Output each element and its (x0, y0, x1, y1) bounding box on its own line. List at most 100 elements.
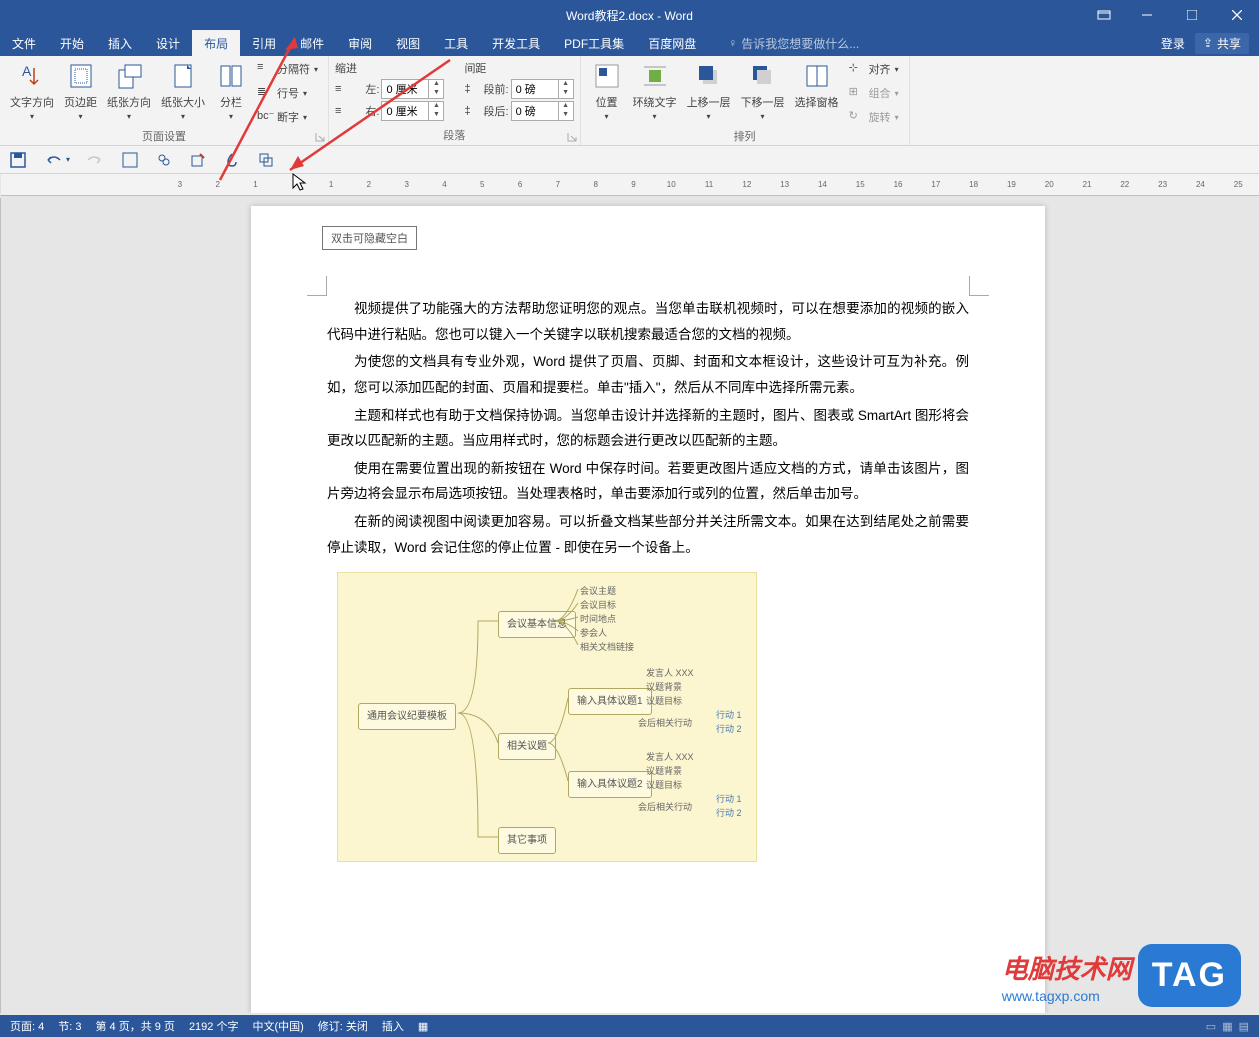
send-backward-button[interactable]: 下移一层▾ (737, 58, 789, 123)
group-paragraph: 缩进 ≡ 左: ▲▼ ≡ 右: ▲▼ 间距 ‡ 段前: ▲▼ (329, 56, 581, 145)
status-track-changes[interactable]: 修订: 关闭 (318, 1018, 368, 1034)
paragraph[interactable]: 使用在需要位置出现的新按钮在 Word 中保存时间。若要更改图片适应文档的方式，… (327, 456, 969, 507)
qat-btn-1[interactable] (122, 152, 138, 168)
tab-tools[interactable]: 工具 (432, 30, 480, 56)
status-page-count[interactable]: 第 4 页，共 9 页 (95, 1018, 174, 1034)
position-button[interactable]: 位置▾ (587, 58, 627, 123)
ribbon-display-options[interactable] (1089, 0, 1119, 30)
wrap-text-button[interactable]: 环绕文字▾ (629, 58, 681, 123)
tab-file[interactable]: 文件 (0, 30, 48, 56)
vertical-ruler[interactable]: 211234567891011121314151617181920212223 (0, 198, 1, 1013)
paragraph-launcher[interactable] (566, 131, 578, 143)
tab-mailings[interactable]: 邮件 (288, 30, 336, 56)
minimize-button[interactable] (1124, 0, 1169, 30)
spacing-after-field[interactable]: ‡ 段后: ▲▼ (464, 100, 573, 122)
view-web-layout[interactable]: ▤ (1239, 1020, 1249, 1033)
columns-button[interactable]: 分栏▾ (211, 58, 251, 123)
status-language[interactable]: 中文(中国) (252, 1018, 303, 1034)
tab-layout[interactable]: 布局 (192, 30, 240, 56)
line-numbers-icon: ≣ (257, 85, 273, 101)
tab-design[interactable]: 设计 (144, 30, 192, 56)
tab-references[interactable]: 引用 (240, 30, 288, 56)
group-arrange: 位置▾ 环绕文字▾ 上移一层▾ 下移一层▾ 选择窗格 ⊹对齐▾ ⊞组合▾ ↻旋转… (581, 56, 910, 145)
align-icon: ⊹ (849, 61, 865, 77)
indent-left-icon: ≡ (335, 83, 341, 95)
tab-view[interactable]: 视图 (384, 30, 432, 56)
qat-btn-5[interactable] (258, 152, 274, 168)
qat-btn-3[interactable] (190, 152, 206, 168)
indent-right-field[interactable]: ≡ 右: ▲▼ (335, 100, 444, 122)
bring-forward-button[interactable]: 上移一层▾ (683, 58, 735, 123)
document-page[interactable]: 视频提供了功能强大的方法帮助您证明您的观点。当您单击联机视频时，可以在想要添加的… (251, 206, 1045, 1013)
svg-text:A: A (22, 63, 32, 79)
breaks-button[interactable]: ≡分隔符▾ (253, 58, 322, 80)
tab-review[interactable]: 审阅 (336, 30, 384, 56)
margins-icon (65, 60, 97, 92)
lightbulb-icon: ♀ (728, 36, 737, 50)
hyphenation-icon: bc⁻ (257, 109, 273, 125)
indent-left-field[interactable]: ≡ 左: ▲▼ (335, 78, 444, 100)
status-word-count[interactable]: 2192 个字 (189, 1018, 239, 1034)
title-bar: Word教程2.docx - Word (0, 0, 1259, 30)
crop-mark (969, 276, 989, 296)
tab-home[interactable]: 开始 (48, 30, 96, 56)
columns-icon (215, 60, 247, 92)
tab-baidu[interactable]: 百度网盘 (636, 30, 708, 56)
selection-pane-button[interactable]: 选择窗格 (791, 58, 843, 112)
tab-pdf[interactable]: PDF工具集 (552, 30, 636, 56)
close-button[interactable] (1214, 0, 1259, 30)
status-page[interactable]: 页面: 4 (10, 1018, 44, 1034)
orientation-button[interactable]: 纸张方向▾ (103, 58, 155, 123)
ribbon-tabs: 文件 开始 插入 设计 布局 引用 邮件 审阅 视图 工具 开发工具 PDF工具… (0, 30, 1259, 56)
margins-button[interactable]: 页边距▾ (60, 58, 101, 123)
document-workspace: L 21123456789101112131415161718192021222… (0, 174, 1259, 1013)
selection-pane-icon (801, 60, 833, 92)
spacing-after-icon: ‡ (464, 105, 470, 117)
paragraph[interactable]: 视频提供了功能强大的方法帮助您证明您的观点。当您单击联机视频时，可以在想要添加的… (327, 296, 969, 347)
send-backward-icon (747, 60, 779, 92)
spacing-before-field[interactable]: ‡ 段前: ▲▼ (464, 78, 573, 100)
login-link[interactable]: 登录 (1161, 35, 1185, 52)
page-setup-launcher[interactable] (314, 131, 326, 143)
qat-btn-4[interactable] (224, 152, 240, 168)
align-button[interactable]: ⊹对齐▾ (845, 58, 903, 80)
mindmap-image[interactable]: 通用会议纪要模板 会议基本信息 会议主题 会议目标 时间地点 参会人 相关文档链… (337, 572, 757, 862)
wrap-text-icon (639, 60, 671, 92)
tell-me-search[interactable]: ♀ 告诉我您想要做什么... (728, 30, 859, 56)
status-macro-icon[interactable]: ▦ (418, 1020, 428, 1033)
paragraph[interactable]: 在新的阅读视图中阅读更加容易。可以折叠文档某些部分并关注所需文本。如果在达到结尾… (327, 509, 969, 560)
view-read-mode[interactable]: ▭ (1206, 1020, 1216, 1033)
status-insert-mode[interactable]: 插入 (382, 1018, 404, 1034)
status-section[interactable]: 节: 3 (58, 1018, 81, 1034)
bring-forward-icon (693, 60, 725, 92)
line-numbers-button[interactable]: ≣行号▾ (253, 82, 322, 104)
breaks-icon: ≡ (257, 61, 273, 77)
tab-insert[interactable]: 插入 (96, 30, 144, 56)
ribbon: A 文字方向▾ 页边距▾ 纸张方向▾ 纸张大小▾ 分栏▾ ≡分隔符▾ ≣行号 (0, 56, 1259, 146)
redo-button[interactable] (88, 152, 104, 168)
position-icon (591, 60, 623, 92)
orientation-icon (113, 60, 145, 92)
indent-right-icon: ≡ (335, 105, 341, 117)
text-direction-button[interactable]: A 文字方向▾ (6, 58, 58, 123)
rotate-button[interactable]: ↻旋转▾ (845, 106, 903, 128)
share-button[interactable]: ⇪ 共享 (1195, 33, 1249, 54)
undo-button[interactable]: ▾ (44, 152, 70, 168)
window-title: Word教程2.docx - Word (566, 7, 693, 24)
tooltip: 双击可隐藏空白 (322, 226, 417, 250)
group-button[interactable]: ⊞组合▾ (845, 82, 903, 104)
cursor-icon (291, 172, 309, 192)
save-button[interactable] (10, 152, 26, 168)
document-scroll-area[interactable]: 视频提供了功能强大的方法帮助您证明您的观点。当您单击联机视频时，可以在想要添加的… (1, 196, 1259, 1013)
horizontal-ruler[interactable]: 3211234567891011121314151617181920212223… (1, 174, 1259, 196)
size-button[interactable]: 纸张大小▾ (157, 58, 209, 123)
view-print-layout[interactable]: ▦ (1222, 1020, 1232, 1033)
group-icon: ⊞ (849, 85, 865, 101)
tab-developer[interactable]: 开发工具 (480, 30, 552, 56)
paragraph[interactable]: 主题和样式也有助于文档保持协调。当您单击设计并选择新的主题时，图片、图表或 Sm… (327, 403, 969, 454)
hyphenation-button[interactable]: bc⁻断字▾ (253, 106, 322, 128)
paragraph[interactable]: 为使您的文档具有专业外观，Word 提供了页眉、页脚、封面和文本框设计，这些设计… (327, 349, 969, 400)
maximize-button[interactable] (1169, 0, 1214, 30)
group-page-setup: A 文字方向▾ 页边距▾ 纸张方向▾ 纸张大小▾ 分栏▾ ≡分隔符▾ ≣行号 (0, 56, 329, 145)
qat-btn-2[interactable] (156, 152, 172, 168)
